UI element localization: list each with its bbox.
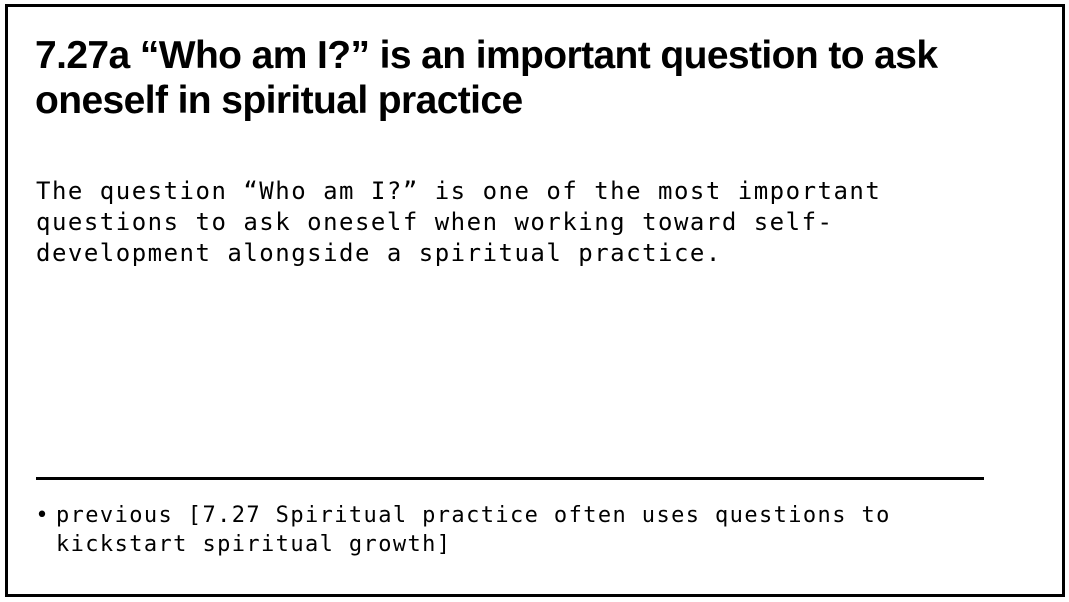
note-card: 7.27a “Who am I?” is an important questi… xyxy=(5,4,1065,597)
link-list: • previous [7.27 Spiritual practice ofte… xyxy=(28,501,948,559)
divider xyxy=(36,477,984,480)
bullet-icon: • xyxy=(35,503,49,528)
note-title: 7.27a “Who am I?” is an important questi… xyxy=(35,34,938,122)
list-item-previous-link: • previous [7.27 Spiritual practice ofte… xyxy=(28,501,948,559)
previous-link[interactable]: previous [7.27 Spiritual practice often … xyxy=(56,501,948,559)
note-body: The question “Who am I?” is one of the m… xyxy=(36,177,882,267)
